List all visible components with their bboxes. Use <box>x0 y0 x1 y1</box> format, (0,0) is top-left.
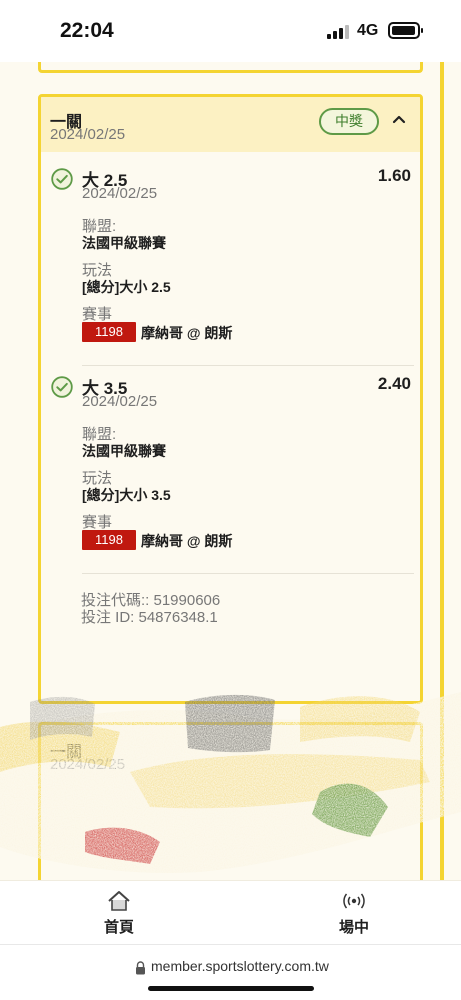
network-label: 4G <box>357 22 379 39</box>
nav-live[interactable]: 場中 <box>299 889 409 945</box>
match-number-badge: 1198 <box>82 530 136 550</box>
nav-home-label: 首頁 <box>103 919 134 936</box>
status-time: 22:04 <box>60 19 114 42</box>
check-circle-icon <box>51 168 73 190</box>
match-label: 賽事 <box>82 514 113 531</box>
match-number-badge: 1198 <box>82 322 136 342</box>
bottom-nav: 首頁 場中 <box>0 880 461 944</box>
next-bet-card[interactable]: 一關 2024/02/25 <box>38 722 423 880</box>
league-value: 法國甲級聯賽 <box>82 443 166 459</box>
playtype-value: [總分]大小 2.5 <box>82 279 171 295</box>
browser-url-bar[interactable]: member.sportslottery.com.tw <box>0 944 461 1000</box>
match-teams: 摩納哥 @ 朗斯 <box>141 533 233 549</box>
playtype-value: [總分]大小 3.5 <box>82 487 171 503</box>
url-text: member.sportslottery.com.tw <box>151 958 329 974</box>
match-teams: 摩納哥 @ 朗斯 <box>141 325 233 341</box>
selection-odds: 2.40 <box>377 374 411 393</box>
bet-card-date: 2024/02/25 <box>50 126 126 143</box>
scroll-rail <box>440 62 444 880</box>
home-indicator[interactable] <box>148 986 314 991</box>
nav-live-label: 場中 <box>338 919 369 936</box>
live-broadcast-icon <box>343 893 365 909</box>
status-bar: 22:04 4G <box>0 0 461 62</box>
lock-icon <box>136 961 145 975</box>
selection-date: 2024/02/25 <box>82 393 158 410</box>
next-bet-card-date: 2024/02/25 <box>50 756 126 773</box>
bet-card: 一關 2024/02/25 中獎 大 2.5 2024/02/25 1.60 聯… <box>38 94 423 704</box>
selection-date: 2024/02/25 <box>82 185 158 202</box>
bet-selection: 大 2.5 2024/02/25 1.60 聯盟: 法國甲級聯賽 玩法 [總分]… <box>41 152 420 366</box>
home-icon <box>108 891 130 911</box>
divider <box>82 573 414 574</box>
battery-icon <box>388 22 423 39</box>
check-circle-icon <box>51 376 73 398</box>
previous-card-bottom <box>38 62 423 73</box>
signal-icon <box>327 24 351 39</box>
chevron-up-icon[interactable] <box>391 107 407 131</box>
bet-history-page: 一關 2024/02/25 中獎 大 2.5 2024/02/25 1.60 聯… <box>0 62 461 880</box>
league-value: 法國甲級聯賽 <box>82 235 166 251</box>
win-status-badge: 中獎 <box>319 108 379 135</box>
bet-card-header[interactable]: 一關 2024/02/25 中獎 <box>41 97 420 152</box>
bet-id: 投注 ID: 54876348.1 <box>81 609 218 626</box>
selection-odds: 1.60 <box>377 166 411 185</box>
nav-home[interactable]: 首頁 <box>64 889 174 945</box>
bet-selection: 大 3.5 2024/02/25 2.40 聯盟: 法國甲級聯賽 玩法 [總分]… <box>41 360 420 574</box>
match-label: 賽事 <box>82 306 113 323</box>
